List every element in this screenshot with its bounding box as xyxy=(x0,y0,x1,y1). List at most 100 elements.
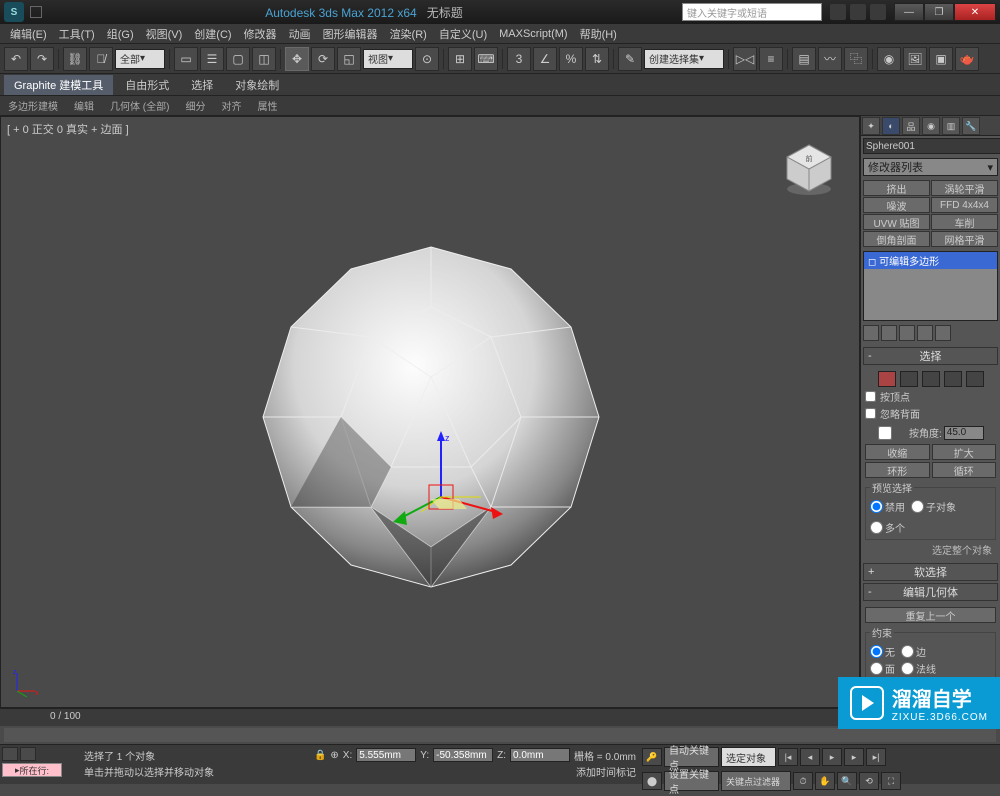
set-key-large-icon[interactable]: ⬤ xyxy=(642,772,662,790)
viewcube-icon[interactable]: 前 xyxy=(779,137,839,197)
mini-lock-icon[interactable] xyxy=(20,747,36,761)
lock-icon[interactable]: 🔒 xyxy=(314,750,326,761)
minimize-button[interactable]: — xyxy=(894,3,924,21)
tab-modify-icon[interactable]: ◐ xyxy=(882,117,900,135)
window-crossing-icon[interactable]: ◫ xyxy=(252,47,276,71)
snap-toggle-icon[interactable]: 3 xyxy=(507,47,531,71)
select-icon[interactable]: ▭ xyxy=(174,47,198,71)
unlink-icon[interactable]: ⛓̸ xyxy=(89,47,113,71)
spinner-snap-icon[interactable]: ⇅ xyxy=(585,47,609,71)
manipulate-icon[interactable]: ⊞ xyxy=(448,47,472,71)
mirror-icon[interactable]: ▷◁ xyxy=(733,47,757,71)
ignore-backfacing-checkbox[interactable]: 忽略背面 xyxy=(865,406,996,421)
prev-frame-icon[interactable]: ◂ xyxy=(800,748,820,766)
configure-sets-icon[interactable] xyxy=(935,325,951,341)
ribbon-subdiv[interactable]: 细分 xyxy=(181,98,209,113)
menu-views[interactable]: 视图(V) xyxy=(140,26,189,42)
constraint-none-radio[interactable]: 无 xyxy=(870,644,895,659)
menu-maxscript[interactable]: MAXScript(M) xyxy=(493,28,573,40)
next-frame-icon[interactable]: ▸ xyxy=(844,748,864,766)
edit-named-sel-icon[interactable]: ✎ xyxy=(618,47,642,71)
menu-tools[interactable]: 工具(T) xyxy=(53,26,101,42)
tab-utilities-icon[interactable]: 🔧 xyxy=(962,117,980,135)
vertex-icon[interactable] xyxy=(878,371,896,387)
repeat-last-button[interactable]: 重复上一个 xyxy=(865,607,996,623)
mod-bevel-profile-button[interactable]: 倒角剖面 xyxy=(863,231,930,247)
info-icon[interactable] xyxy=(830,4,846,20)
tab-display-icon[interactable]: ▥ xyxy=(942,117,960,135)
render-icon[interactable]: 🫖 xyxy=(955,47,979,71)
angle-spinner[interactable] xyxy=(944,426,984,440)
make-unique-icon[interactable] xyxy=(899,325,915,341)
menu-create[interactable]: 创建(C) xyxy=(188,26,237,42)
rollout-selection[interactable]: 选择 xyxy=(863,347,998,365)
by-vertex-checkbox[interactable]: 按顶点 xyxy=(865,389,996,404)
tab-selection[interactable]: 选择 xyxy=(181,75,223,95)
pivot-icon[interactable]: ⊙ xyxy=(415,47,439,71)
tab-graphite[interactable]: Graphite 建模工具 xyxy=(4,75,113,95)
tab-hierarchy-icon[interactable]: 品 xyxy=(902,117,920,135)
constraint-normal-radio[interactable]: 法线 xyxy=(901,661,936,676)
key-mode-icon[interactable]: 🔑 xyxy=(642,748,662,766)
selection-set-dropdown[interactable]: 选定对象 xyxy=(721,747,776,767)
preview-subobj-radio[interactable]: 子对象 xyxy=(911,499,956,514)
keyboard-shortcut-icon[interactable]: ⌨ xyxy=(474,47,498,71)
set-key-button[interactable]: 设置关键点 xyxy=(664,771,719,791)
help-icon[interactable] xyxy=(870,4,886,20)
element-icon[interactable] xyxy=(966,371,984,387)
menu-group[interactable]: 组(G) xyxy=(101,26,140,42)
goto-end-icon[interactable]: ▸| xyxy=(866,748,886,766)
layer-manager-icon[interactable]: ▤ xyxy=(792,47,816,71)
at-row-button[interactable]: ▸ 所在行: xyxy=(2,763,62,777)
ribbon-geometry[interactable]: 几何体 (全部) xyxy=(106,98,173,113)
tab-create-icon[interactable]: ✦ xyxy=(862,117,880,135)
time-config-icon[interactable]: ⏱ xyxy=(793,772,813,790)
viewport-label[interactable]: [ + 0 正交 0 真实 + 边面 ] xyxy=(7,121,129,137)
mod-extrude-button[interactable]: 挤出 xyxy=(863,180,930,196)
tab-motion-icon[interactable]: ◉ xyxy=(922,117,940,135)
menu-help[interactable]: 帮助(H) xyxy=(574,26,623,42)
polygon-icon[interactable] xyxy=(944,371,962,387)
nav-zoom-icon[interactable]: 🔍 xyxy=(837,772,857,790)
ribbon-properties[interactable]: 属性 xyxy=(253,98,281,113)
by-angle-checkbox[interactable]: 按角度: xyxy=(865,425,942,440)
curve-editor-icon[interactable]: 〰 xyxy=(818,47,842,71)
maximize-button[interactable]: ❐ xyxy=(924,3,954,21)
selection-filter-dropdown[interactable]: 全部 ▾ xyxy=(115,49,165,69)
add-time-tag[interactable]: 添加时间标记 xyxy=(576,764,636,779)
goto-start-icon[interactable]: |◂ xyxy=(778,748,798,766)
object-name-input[interactable] xyxy=(863,138,1000,154)
menu-animation[interactable]: 动画 xyxy=(283,26,317,42)
nav-pan-icon[interactable]: ✋ xyxy=(815,772,835,790)
modifier-stack[interactable]: ◻ 可编辑多边形 xyxy=(863,251,998,321)
mod-lathe-button[interactable]: 车削 xyxy=(931,214,998,230)
link-icon[interactable]: ⛓ xyxy=(63,47,87,71)
auto-key-button[interactable]: 自动关键点 xyxy=(664,747,719,767)
border-icon[interactable] xyxy=(922,371,940,387)
material-editor-icon[interactable]: ◉ xyxy=(877,47,901,71)
ribbon-align[interactable]: 对齐 xyxy=(217,98,245,113)
render-frame-icon[interactable]: ▣ xyxy=(929,47,953,71)
preview-disable-radio[interactable]: 禁用 xyxy=(870,499,905,514)
ref-coord-dropdown[interactable]: 视图 ▾ xyxy=(363,49,413,69)
menu-graph-editors[interactable]: 图形编辑器 xyxy=(317,26,384,42)
close-button[interactable]: ✕ xyxy=(954,3,996,21)
transform-gizmo-icon[interactable]: z xyxy=(371,427,511,567)
rect-select-icon[interactable]: ▢ xyxy=(226,47,250,71)
shrink-button[interactable]: 收缩 xyxy=(865,444,930,460)
move-icon[interactable]: ✥ xyxy=(285,47,309,71)
ribbon-edit[interactable]: 编辑 xyxy=(70,98,98,113)
show-end-result-icon[interactable] xyxy=(881,325,897,341)
mini-curve-icon[interactable] xyxy=(2,747,18,761)
schematic-view-icon[interactable]: ⿻ xyxy=(844,47,868,71)
viewport[interactable]: [ + 0 正交 0 真实 + 边面 ] 前 xyxy=(0,116,860,708)
track-bar[interactable] xyxy=(4,728,996,742)
nav-orbit-icon[interactable]: ⟲ xyxy=(859,772,879,790)
menu-customize[interactable]: 自定义(U) xyxy=(433,26,493,42)
undo-icon[interactable]: ↶ xyxy=(4,47,28,71)
app-logo-icon[interactable]: S xyxy=(4,2,24,22)
menu-edit[interactable]: 编辑(E) xyxy=(4,26,53,42)
redo-icon[interactable]: ↷ xyxy=(30,47,54,71)
help-search-input[interactable]: 键入关键字或短语 xyxy=(682,3,822,21)
key-filters-button[interactable]: 关键点过滤器 xyxy=(721,771,791,791)
